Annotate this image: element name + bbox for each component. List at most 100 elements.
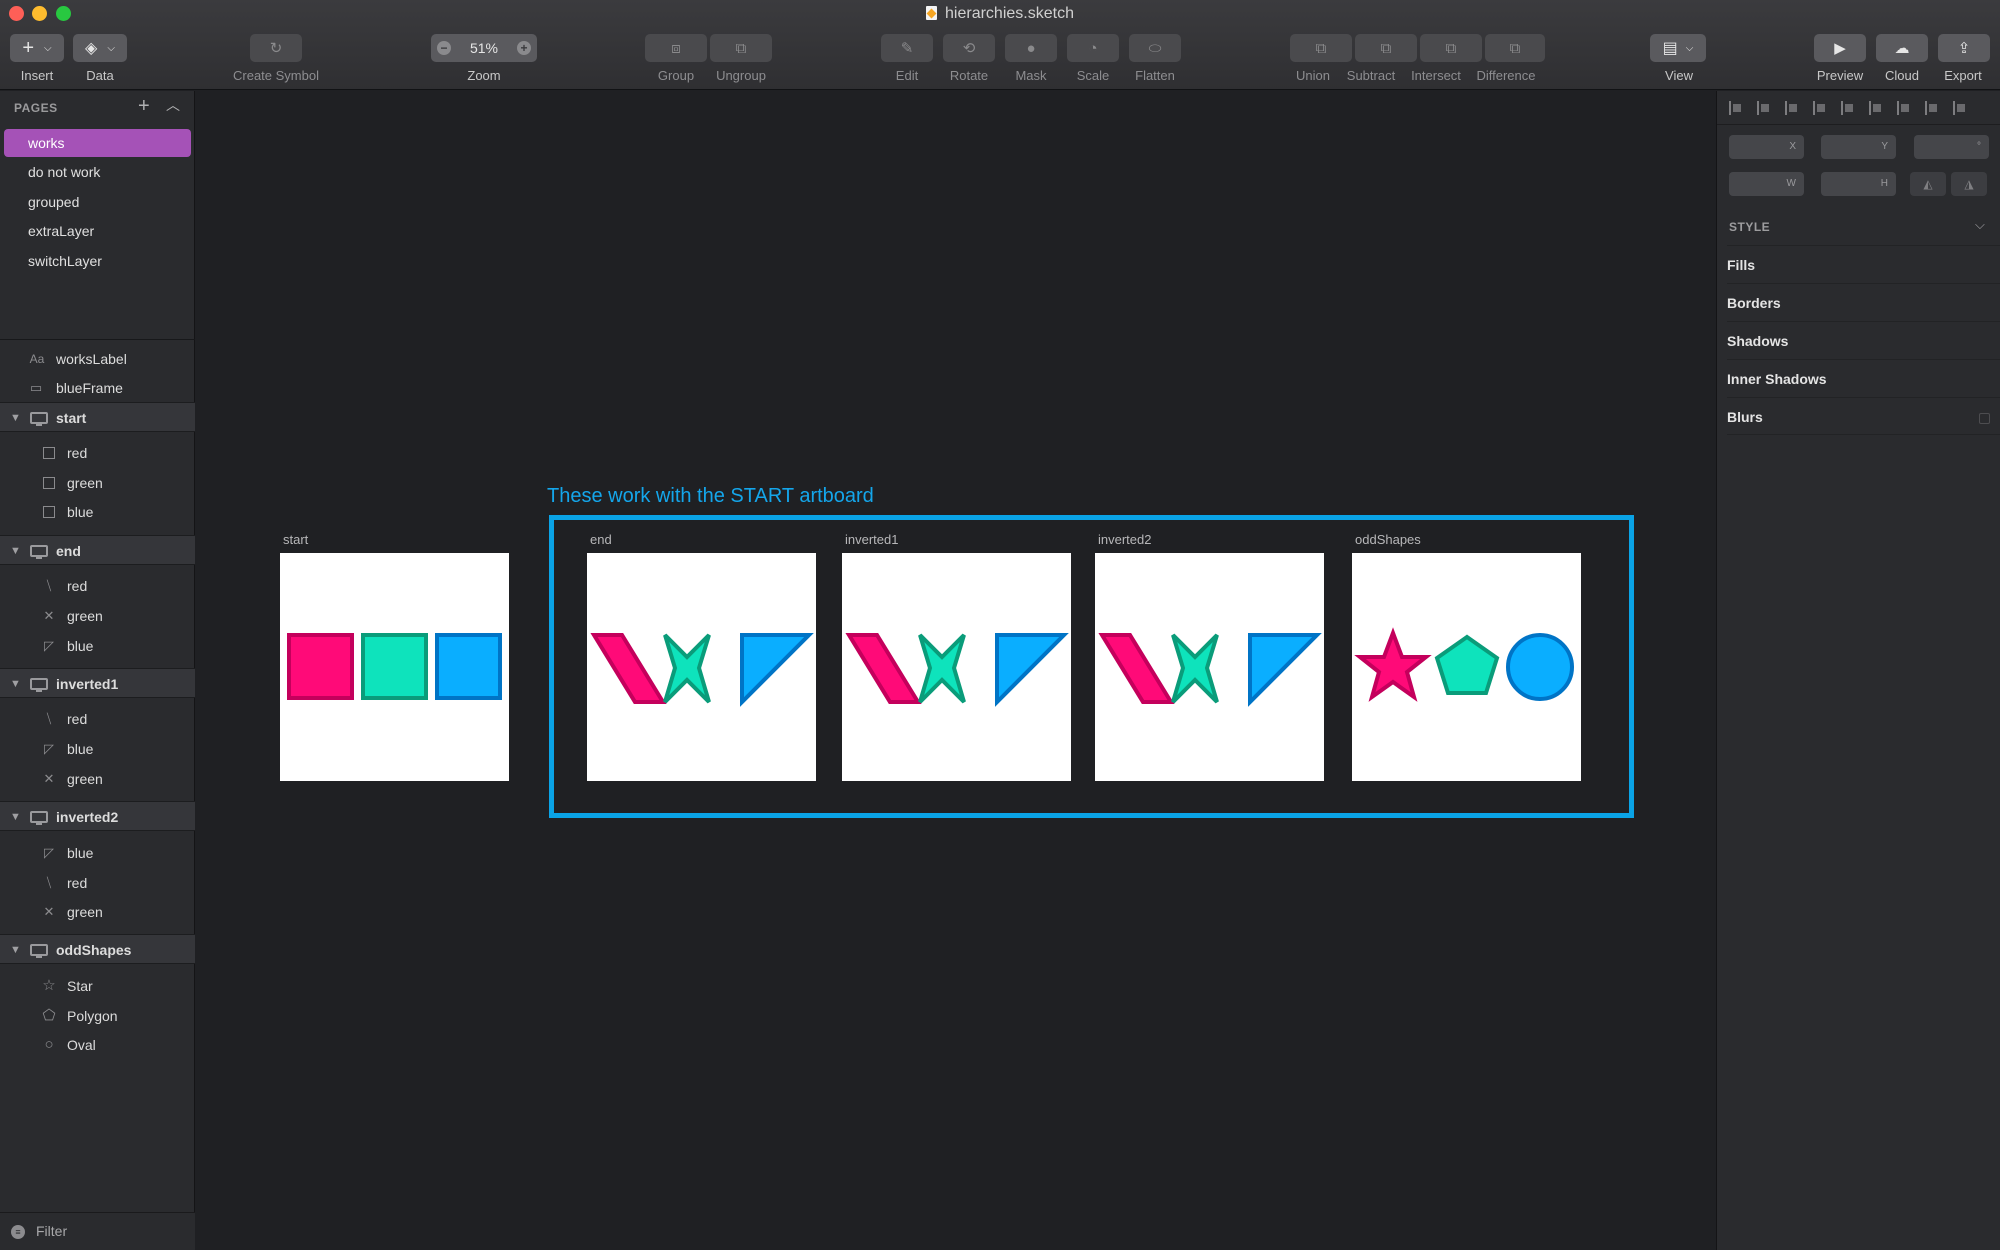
shadows-section[interactable]: Shadows: [1727, 321, 2000, 359]
disclosure-triangle-icon[interactable]: ▼: [10, 935, 21, 965]
disclosure-triangle-icon[interactable]: ▼: [10, 403, 21, 433]
pages-divider: [0, 339, 195, 340]
layer-inverted1-red[interactable]: ⧹ red: [0, 704, 195, 734]
layer-blue-frame[interactable]: ▭ blueFrame: [0, 373, 195, 403]
artboard-icon: [30, 944, 48, 958]
blur-toggle-checkbox[interactable]: [1979, 413, 1990, 424]
rotation-field[interactable]: °: [1914, 135, 1989, 159]
export-button[interactable]: ⇪: [1938, 34, 1990, 62]
artboard-start[interactable]: [280, 553, 509, 781]
layout-icon: ▤: [1662, 40, 1678, 57]
insert-button[interactable]: + ⌵: [10, 34, 64, 62]
layer-group-inverted1[interactable]: ▼ inverted1: [0, 668, 195, 698]
distribute-horizontal-icon[interactable]: [1729, 101, 1743, 115]
page-item-switch-layer[interactable]: switchLayer: [4, 247, 191, 275]
layer-inverted1-green[interactable]: ✕ green: [0, 764, 195, 794]
square-icon: [43, 447, 55, 459]
edit-button[interactable]: ✎: [881, 34, 933, 62]
artboard-title-odd-shapes[interactable]: oddShapes: [1355, 532, 1421, 547]
layer-inverted2-blue[interactable]: ◸ blue: [0, 838, 195, 868]
disclosure-triangle-icon[interactable]: ▼: [10, 536, 21, 566]
disclosure-triangle-icon[interactable]: ▼: [10, 802, 21, 832]
mask-button[interactable]: ●: [1005, 34, 1057, 62]
flatten-button[interactable]: ⬭: [1129, 34, 1181, 62]
layer-inverted2-red[interactable]: ⧹ red: [0, 868, 195, 898]
zoom-in-icon[interactable]: +: [517, 41, 531, 55]
rotate-button[interactable]: ⟲: [943, 34, 995, 62]
layer-odd-shapes-oval[interactable]: ○ Oval: [0, 1030, 195, 1060]
align-top-icon[interactable]: [1897, 101, 1911, 115]
layer-odd-shapes-star[interactable]: ☆ Star: [0, 971, 195, 1001]
align-right-icon[interactable]: [1869, 101, 1883, 115]
layer-works-label[interactable]: Aa worksLabel: [0, 344, 195, 374]
green-cross: [663, 633, 711, 704]
layer-group-odd-shapes[interactable]: ▼ oddShapes: [0, 934, 195, 964]
data-button[interactable]: ◈ ⌵: [73, 34, 127, 62]
works-label-text[interactable]: These work with the START artboard: [547, 485, 874, 508]
layer-start-green[interactable]: green: [0, 468, 195, 498]
group-button[interactable]: ⧈: [645, 34, 707, 62]
layer-start-blue[interactable]: blue: [0, 497, 195, 527]
align-middle-icon[interactable]: [1925, 101, 1939, 115]
view-button[interactable]: ▤ ⌵: [1650, 34, 1706, 62]
layer-end-blue[interactable]: ◸ blue: [0, 631, 195, 661]
chevron-down-icon[interactable]: ⌵: [1975, 217, 1985, 233]
artboard-end[interactable]: [587, 553, 816, 781]
union-button[interactable]: ⧉: [1290, 34, 1352, 62]
intersect-button[interactable]: ⧉: [1420, 34, 1482, 62]
collapse-pages-icon[interactable]: ︿: [166, 95, 180, 115]
fills-section[interactable]: Fills: [1727, 245, 2000, 283]
layer-group-inverted2[interactable]: ▼ inverted2: [0, 801, 195, 831]
flip-horizontal-icon[interactable]: ◭: [1910, 172, 1946, 196]
width-field[interactable]: W: [1729, 172, 1804, 196]
create-symbol-button[interactable]: ↻: [250, 34, 302, 62]
ungroup-button[interactable]: ⧉: [710, 34, 772, 62]
difference-button[interactable]: ⧉: [1485, 34, 1545, 62]
cloud-button[interactable]: ☁: [1876, 34, 1928, 62]
disclosure-triangle-icon[interactable]: ▼: [10, 669, 21, 699]
height-field[interactable]: H: [1821, 172, 1896, 196]
subtract-button[interactable]: ⧉: [1355, 34, 1417, 62]
artboard-title-inverted2[interactable]: inverted2: [1098, 532, 1151, 547]
layer-group-end[interactable]: ▼ end: [0, 535, 195, 565]
page-item-grouped[interactable]: grouped: [4, 188, 191, 216]
page-item-extra-layer[interactable]: extraLayer: [4, 217, 191, 245]
x-position-field[interactable]: X: [1729, 135, 1804, 159]
distribute-vertical-icon[interactable]: [1757, 101, 1771, 115]
scale-button[interactable]: ◔: [1067, 34, 1119, 62]
design-canvas[interactable]: These work with the START artboard start…: [196, 91, 1715, 1250]
flip-vertical-icon[interactable]: ◮: [1951, 172, 1987, 196]
layer-inverted2-green[interactable]: ✕ green: [0, 897, 195, 927]
artboard-title-start[interactable]: start: [283, 532, 308, 547]
layer-start-red[interactable]: red: [0, 438, 195, 468]
green-pentagon: [1434, 634, 1500, 695]
text-layer-icon: Aa: [29, 352, 45, 366]
page-item-do-not-work[interactable]: do not work: [4, 158, 191, 186]
layer-end-green[interactable]: ✕ green: [0, 601, 195, 631]
zoom-out-icon[interactable]: −: [437, 41, 451, 55]
blurs-section[interactable]: Blurs: [1727, 397, 2000, 435]
more-options-icon[interactable]: [1785, 101, 1799, 115]
data-label: Data: [86, 68, 114, 83]
add-page-icon[interactable]: +: [138, 95, 150, 118]
layer-odd-shapes-polygon[interactable]: ⬠ Polygon: [0, 1001, 195, 1031]
layer-end-red[interactable]: ⧹ red: [0, 571, 195, 601]
inner-shadows-section[interactable]: Inner Shadows: [1727, 359, 2000, 397]
artboard-title-inverted1[interactable]: inverted1: [845, 532, 898, 547]
intersect-icon: ⧉: [1445, 39, 1457, 57]
borders-section[interactable]: Borders: [1727, 283, 2000, 321]
align-bottom-icon[interactable]: [1953, 101, 1967, 115]
artboard-inverted2[interactable]: [1095, 553, 1324, 781]
artboard-inverted1[interactable]: [842, 553, 1071, 781]
page-item-works[interactable]: works: [4, 129, 191, 157]
artboard-title-end[interactable]: end: [590, 532, 612, 547]
layer-filter-bar[interactable]: ≡ Filter: [0, 1212, 195, 1250]
layer-inverted1-blue[interactable]: ◸ blue: [0, 734, 195, 764]
align-center-horizontal-icon[interactable]: [1841, 101, 1855, 115]
preview-button[interactable]: ▶: [1814, 34, 1866, 62]
layer-group-start[interactable]: ▼ start: [0, 402, 195, 432]
zoom-control[interactable]: − 51% +: [431, 34, 537, 62]
y-position-field[interactable]: Y: [1821, 135, 1896, 159]
artboard-odd-shapes[interactable]: [1352, 553, 1581, 781]
align-left-icon[interactable]: [1813, 101, 1827, 115]
